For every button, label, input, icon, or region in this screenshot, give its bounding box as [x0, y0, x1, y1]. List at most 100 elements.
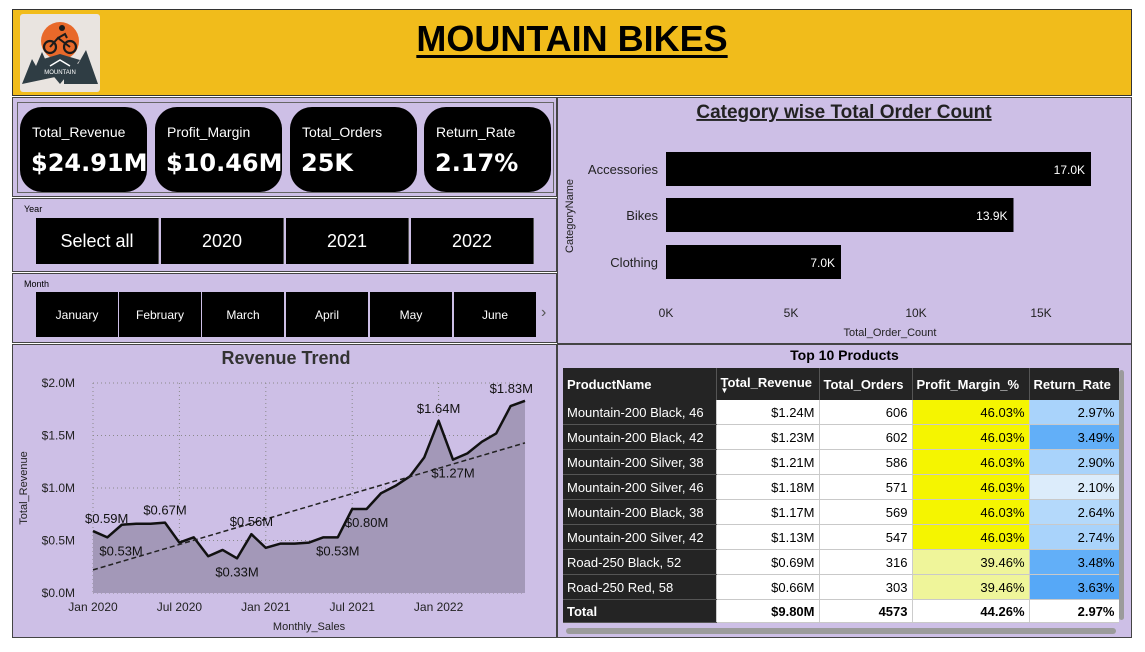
column-header-return-rate[interactable]: Return_Rate [1029, 368, 1119, 400]
kpi-card-total-revenue[interactable]: Total_Revenue $24.91M [20, 107, 148, 192]
vertical-scrollbar[interactable] [1119, 370, 1124, 620]
year-option-2020[interactable]: 2020 [161, 218, 284, 264]
x-tick-label: 10K [905, 306, 926, 320]
kpi-value: $10.46M [166, 149, 283, 177]
table-total-row: Total $9.80M 4573 44.26% 2.97% [563, 599, 1119, 623]
sort-descending-icon: ▼ [720, 385, 729, 395]
value-cell: 606 [819, 400, 913, 425]
kpi-card-profit-margin[interactable]: Profit_Margin $10.46M [155, 107, 283, 192]
product-name-cell: Road-250 Black, 52 [563, 549, 717, 575]
revenue-trend-panel: Revenue Trend $0.0M $0.5M $1.0M $1.5M $2.0M Ja… [12, 344, 557, 638]
total-value-cell: 44.26% [912, 599, 1030, 623]
table-title: Top 10 Products [790, 347, 899, 363]
table-row[interactable]: Road-250 Red, 58 $0.66M 303 39.46% 3.63% [563, 574, 1119, 600]
category-tick-label: Clothing [610, 255, 658, 270]
value-cell: 46.03% [912, 400, 1030, 425]
svg-text:MOUNTAIN: MOUNTAIN [44, 70, 76, 76]
table-row[interactable]: Mountain-200 Silver, 38 $1.21M 586 46.03% 2.… [563, 449, 1119, 475]
table-row[interactable]: Mountain-200 Silver, 42 $1.13M 547 46.03% 2.… [563, 524, 1119, 550]
y-tick-label: $0.5M [42, 534, 75, 548]
value-cell: $1.21M [716, 449, 820, 475]
category-tick-label: Accessories [588, 162, 659, 177]
x-tick-label: 0K [659, 306, 674, 320]
x-tick-label: Jan 2021 [241, 600, 291, 614]
month-slicer: Month January February March April May J… [12, 273, 557, 343]
kpi-card-return-rate[interactable]: Return_Rate 2.17% [424, 107, 551, 192]
bar-accessories[interactable] [666, 152, 1091, 186]
value-cell: 46.03% [912, 474, 1030, 500]
value-cell: 569 [819, 499, 913, 525]
x-tick-label: Jan 2020 [68, 600, 118, 614]
x-axis-label: Monthly_Sales [273, 621, 346, 633]
y-axis-label: Total_Revenue [18, 451, 30, 524]
year-slicer-label: Year [24, 204, 43, 214]
value-cell: 2.90% [1029, 449, 1119, 475]
value-cell: 586 [819, 449, 913, 475]
chevron-right-icon[interactable]: › [541, 304, 546, 322]
value-cell: 39.46% [912, 574, 1030, 600]
value-cell: 547 [819, 524, 913, 550]
horizontal-scrollbar[interactable] [566, 628, 1116, 634]
table-header-row: ProductName Total_Revenue ▼ Total_Orders Pro… [563, 368, 1119, 400]
data-label: $1.64M [417, 401, 460, 416]
product-name-cell: Mountain-200 Silver, 46 [563, 474, 717, 500]
year-slicer: Year Select all 2020 2021 2022 [12, 198, 557, 272]
product-name-cell: Road-250 Red, 58 [563, 574, 717, 600]
kpi-value: $24.91M [31, 149, 148, 177]
kpi-value: 25K [301, 149, 353, 177]
value-cell: $0.66M [716, 574, 820, 600]
month-option-january[interactable]: January [36, 292, 118, 337]
column-header-total-revenue[interactable]: Total_Revenue ▼ [716, 368, 820, 400]
table-row[interactable]: Mountain-200 Black, 46 $1.24M 606 46.03% 2.9… [563, 400, 1119, 425]
data-label: $1.27M [431, 466, 474, 481]
column-header-total-orders[interactable]: Total_Orders [819, 368, 913, 400]
kpi-card-total-orders[interactable]: Total_Orders 25K [290, 107, 417, 192]
x-tick-label: 5K [784, 306, 799, 320]
y-tick-label: $0.0M [42, 586, 75, 600]
kpi-label: Profit_Margin [167, 124, 251, 140]
table-row[interactable]: Mountain-200 Black, 42 $1.23M 602 46.03% 3.4… [563, 424, 1119, 450]
value-cell: 3.63% [1029, 574, 1119, 600]
total-value-cell: 4573 [819, 599, 913, 623]
month-option-march[interactable]: March [202, 292, 284, 337]
table-row[interactable]: Mountain-200 Black, 38 $1.17M 569 46.03% 2.6… [563, 499, 1119, 525]
x-axis-label: Total_Order_Count [844, 327, 937, 339]
year-option-2021[interactable]: 2021 [286, 218, 409, 264]
value-cell: 2.74% [1029, 524, 1119, 550]
header-banner: MOUNTAIN MOUNTAIN BIKES [12, 9, 1132, 96]
month-option-april[interactable]: April [286, 292, 368, 337]
kpi-label: Total_Orders [302, 124, 383, 140]
year-option-2022[interactable]: 2022 [411, 218, 534, 264]
kpi-group: Total_Revenue $24.91M Profit_Margin $10.… [17, 102, 554, 193]
month-option-may[interactable]: May [370, 292, 452, 337]
table-row[interactable]: Road-250 Black, 52 $0.69M 316 39.46% 3.48% [563, 549, 1119, 575]
y-tick-label: $2.0M [42, 376, 75, 390]
value-cell: $1.18M [716, 474, 820, 500]
bar-bikes[interactable] [666, 198, 1014, 232]
total-label-cell: Total [563, 599, 717, 623]
month-option-june[interactable]: June [454, 292, 536, 337]
value-cell: 46.03% [912, 524, 1030, 550]
column-header-productname[interactable]: ProductName [563, 368, 717, 400]
value-cell: 46.03% [912, 499, 1030, 525]
y-tick-label: $1.5M [42, 429, 75, 443]
category-chart-title: Category wise Total Order Count [696, 102, 992, 123]
top-products-panel: Top 10 Products ProductName Total_Revenue… [557, 344, 1132, 638]
month-option-february[interactable]: February [119, 292, 201, 337]
data-label: $0.56M [230, 514, 273, 529]
bar-data-label: 17.0K [1054, 163, 1085, 177]
total-value-cell: 2.97% [1029, 599, 1119, 623]
product-name-cell: Mountain-200 Black, 46 [563, 400, 717, 425]
value-cell: $1.13M [716, 524, 820, 550]
year-option-select-all[interactable]: Select all [36, 218, 159, 264]
value-cell: $1.23M [716, 424, 820, 450]
table-body: Mountain-200 Black, 46 $1.24M 606 46.03% 2.9… [563, 400, 1119, 623]
total-value-cell: $9.80M [716, 599, 820, 623]
value-cell: 2.64% [1029, 499, 1119, 525]
column-header-profit-margin-[interactable]: Profit_Margin_% [912, 368, 1030, 400]
value-cell: 571 [819, 474, 913, 500]
data-label: $0.33M [215, 564, 258, 579]
product-name-cell: Mountain-200 Black, 42 [563, 424, 717, 450]
product-name-cell: Mountain-200 Silver, 42 [563, 524, 717, 550]
table-row[interactable]: Mountain-200 Silver, 46 $1.18M 571 46.03% 2.… [563, 474, 1119, 500]
